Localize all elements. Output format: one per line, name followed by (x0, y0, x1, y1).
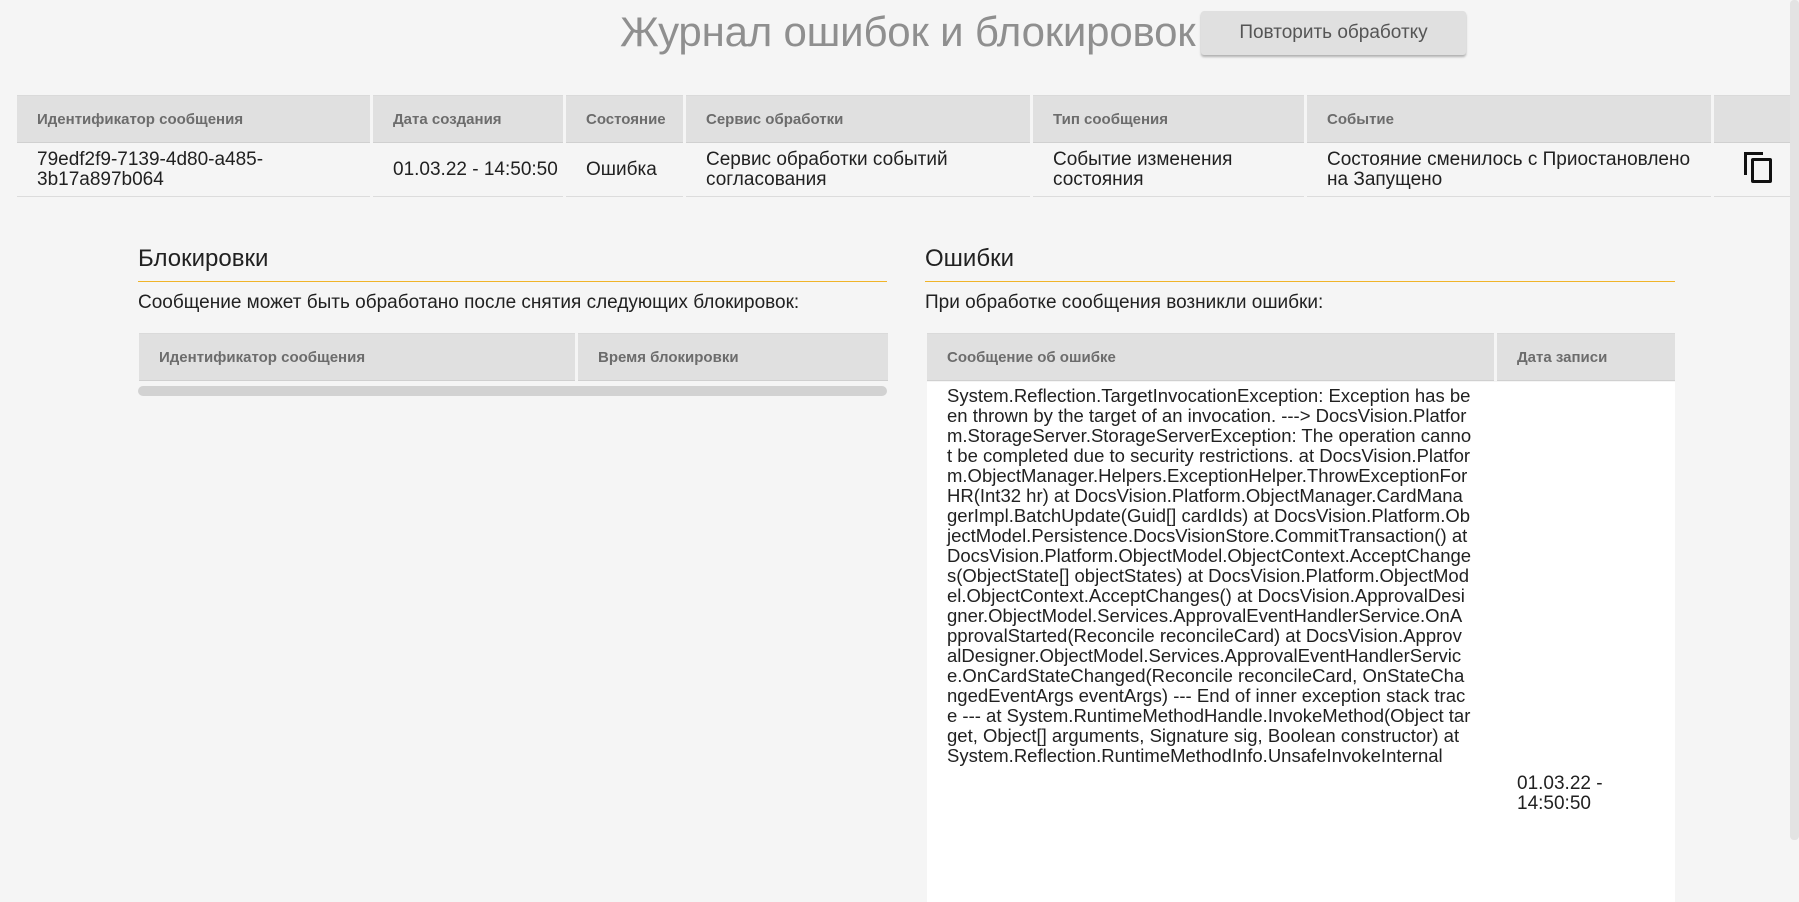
table-row[interactable]: System.Reflection.TargetInvocationExcept… (927, 382, 1675, 902)
column-header-error-message[interactable]: Сообщение об ошибке (927, 333, 1494, 381)
column-header-service[interactable]: Сервис обработки (686, 95, 1030, 143)
column-header-actions (1714, 95, 1795, 143)
column-header-lock-message-id[interactable]: Идентификатор сообщения (139, 333, 575, 381)
errors-divider (925, 281, 1675, 282)
error-date-text: 01.03.22 - 14:50:50 (1517, 773, 1603, 814)
errors-table: Сообщение об ошибке Дата записи (924, 333, 1678, 381)
locks-horizontal-scrollbar[interactable] (138, 386, 887, 396)
cell-state: Ошибка (566, 143, 683, 197)
column-header-lock-time[interactable]: Время блокировки (578, 333, 888, 381)
messages-table: Идентификатор сообщения Дата создания Со… (14, 95, 1798, 197)
column-header-error-date[interactable]: Дата записи (1497, 333, 1675, 381)
errors-description: При обработке сообщения возникли ошибки: (925, 292, 1324, 313)
retry-processing-button[interactable]: Повторить обработку (1201, 11, 1466, 55)
column-header-message-id[interactable]: Идентификатор сообщения (17, 95, 370, 143)
column-header-message-type[interactable]: Тип сообщения (1033, 95, 1304, 143)
cell-message-id: 79edf2f9-7139-4d80-a485-3b17a897b064 (17, 143, 370, 197)
header: Журнал ошибок и блокировок Повторить обр… (0, 0, 1799, 72)
page-scrollbar-thumb[interactable] (1790, 0, 1799, 840)
cell-message-type: Событие изменения состояния (1033, 143, 1304, 197)
locks-description: Сообщение может быть обработано после сн… (138, 292, 800, 313)
cell-actions (1714, 143, 1795, 197)
copy-icon[interactable] (1744, 152, 1772, 183)
errors-title: Ошибки (925, 245, 1014, 272)
page-title: Журнал ошибок и блокировок (620, 8, 1196, 55)
cell-created: 01.03.22 - 14:50:50 (373, 143, 563, 197)
column-header-created[interactable]: Дата создания (373, 95, 563, 143)
column-header-event[interactable]: Событие (1307, 95, 1711, 143)
table-row[interactable]: 79edf2f9-7139-4d80-a485-3b17a897b064 01.… (17, 143, 1795, 197)
cell-event: Состояние сменилось с Приостановлено на … (1307, 143, 1711, 197)
cell-service: Сервис обработки событий согласования (686, 143, 1030, 197)
error-message-text: System.Reflection.TargetInvocationExcept… (947, 385, 1472, 766)
locks-divider (138, 281, 887, 282)
locks-table: Идентификатор сообщения Время блокировки (136, 333, 891, 381)
column-header-state[interactable]: Состояние (566, 95, 683, 143)
locks-title: Блокировки (138, 245, 269, 272)
